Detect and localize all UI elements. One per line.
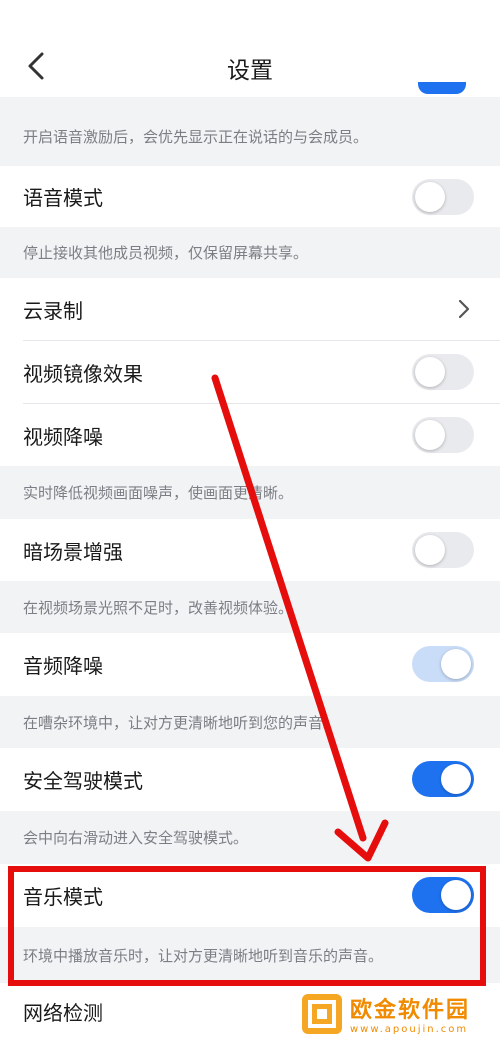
row-video-mirror[interactable]: 视频镜像效果 (0, 341, 500, 404)
row-label: 视频降噪 (23, 424, 103, 449)
row-label: 语音模式 (23, 186, 103, 210)
audio-denoise-toggle[interactable] (412, 646, 474, 682)
row-audio-denoise[interactable]: 音频降噪 (0, 633, 500, 696)
page-title: 设置 (227, 58, 273, 84)
toggle-knob (415, 357, 445, 387)
watermark-url: www.apoujin.com (350, 1024, 469, 1035)
annotation-highlight-box (8, 866, 486, 986)
row-cloud-recording[interactable]: 云录制 (0, 278, 500, 341)
audio-denoise-description: 在嘈杂环境中，让对方更清晰地听到您的声音。 (0, 696, 500, 748)
video-mirror-toggle[interactable] (412, 354, 474, 390)
chevron-right-icon (455, 297, 473, 321)
row-label: 音频降噪 (23, 654, 103, 678)
toggle-knob (441, 649, 471, 679)
low-light-enhance-toggle[interactable] (412, 532, 474, 568)
voice-mode-toggle[interactable] (412, 179, 474, 215)
row-label: 云录制 (23, 299, 83, 323)
row-label: 视频镜像效果 (23, 362, 143, 386)
watermark: 欧金软件园 www.apoujin.com (300, 988, 500, 1039)
toggle-knob (415, 182, 445, 212)
voice-mode-description: 停止接收其他成员视频，仅保留屏幕共享。 (0, 227, 500, 278)
row-safe-driving[interactable]: 安全驾驶模式 (0, 748, 500, 811)
watermark-text: 欧金软件园 www.apoujin.com (350, 992, 470, 1035)
row-label: 网络检测 (23, 1000, 103, 1025)
safe-driving-description: 会中向右滑动进入安全驾驶模式。 (0, 811, 500, 864)
watermark-logo-icon (302, 993, 342, 1034)
video-denoise-description: 实时降低视频画面噪声，使画面更清晰。 (0, 466, 500, 519)
row-low-light-enhance[interactable]: 暗场景增强 (0, 519, 500, 581)
row-label: 暗场景增强 (23, 539, 123, 564)
row-video-denoise[interactable]: 视频降噪 (0, 404, 500, 466)
video-denoise-toggle[interactable] (412, 417, 474, 453)
toggle-knob (415, 420, 445, 450)
voice-activation-description: 开启语音激励后，会优先显示正在说话的与会成员。 (0, 97, 500, 176)
toggle-knob (441, 764, 471, 794)
low-light-description: 在视频场景光照不足时，改善视频体验。 (0, 581, 500, 633)
top-bar: 设置 (0, 0, 500, 97)
safe-driving-toggle[interactable] (412, 761, 474, 797)
watermark-title: 欧金软件园 (350, 998, 471, 1023)
voice-activation-toggle-partial[interactable] (418, 82, 466, 94)
toggle-knob (415, 535, 445, 565)
row-voice-mode[interactable]: 语音模式 (0, 166, 500, 227)
row-label: 安全驾驶模式 (23, 769, 143, 793)
